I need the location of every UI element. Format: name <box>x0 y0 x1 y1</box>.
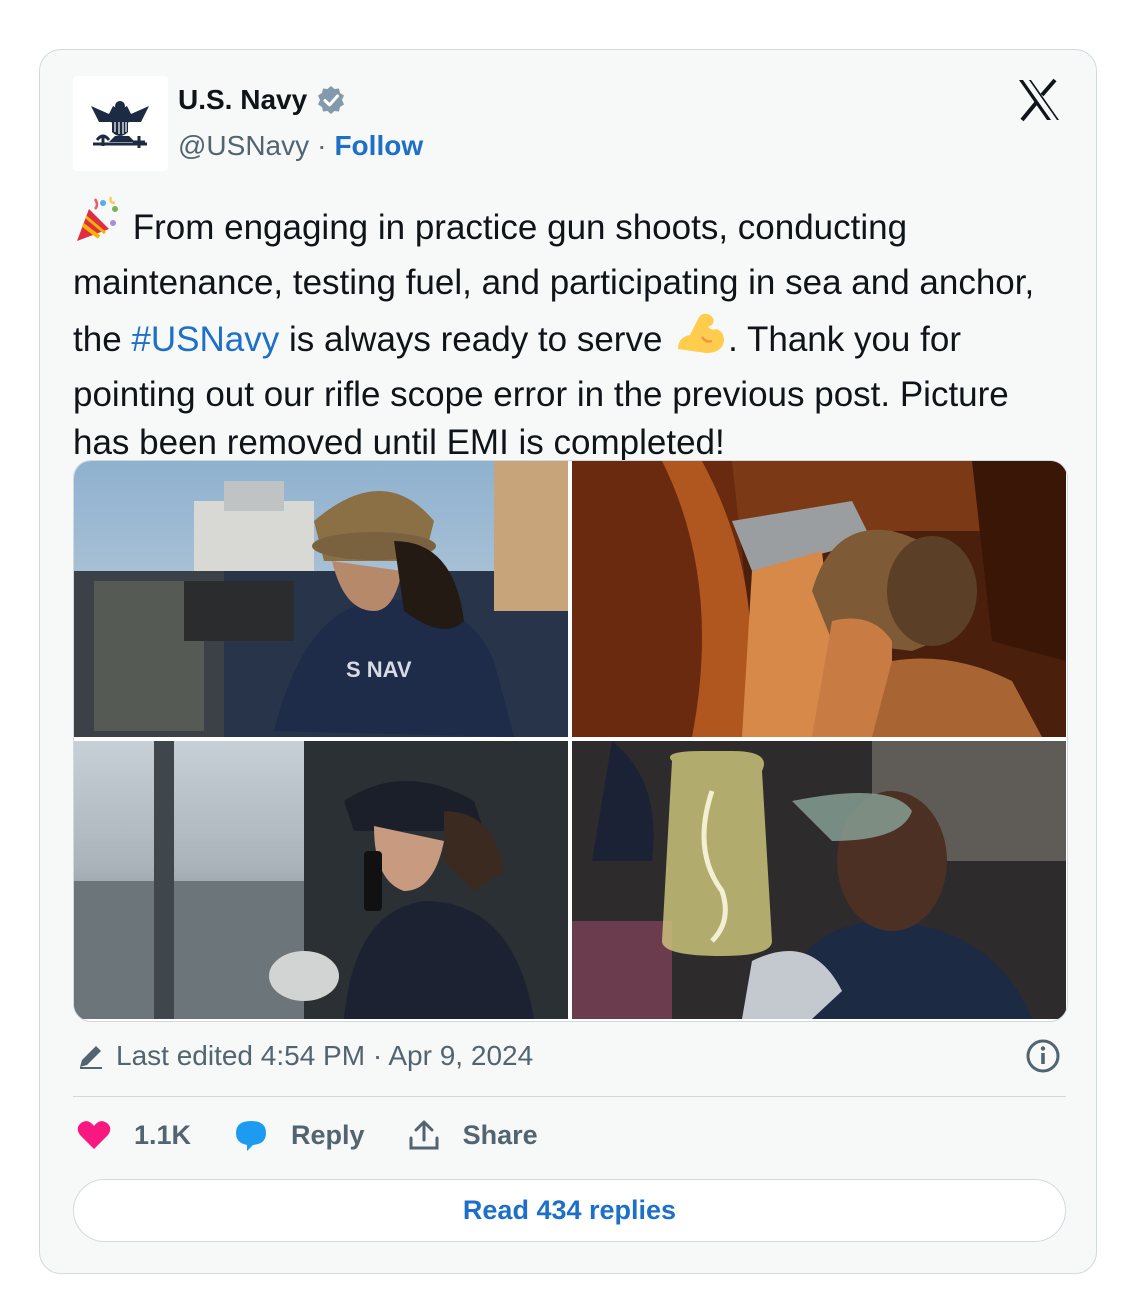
like-button[interactable]: 1.1K <box>76 1119 191 1151</box>
last-edited-timestamp[interactable]: Last edited 4:54 PM · Apr 9, 2024 <box>116 1040 533 1072</box>
pencil-icon <box>76 1041 106 1071</box>
share-upload-icon <box>409 1120 439 1150</box>
photo-gun-shoot[interactable]: S NAV <box>74 461 568 737</box>
speech-bubble-icon <box>236 1121 267 1151</box>
separator-dot: · <box>317 130 327 161</box>
party-popper-icon <box>73 195 123 259</box>
photo-fuel-testing[interactable] <box>572 741 1066 1019</box>
us-navy-avatar[interactable] <box>73 76 168 171</box>
photo-maintenance[interactable] <box>572 461 1066 737</box>
share-button[interactable]: Share <box>407 1118 538 1152</box>
x-logo-icon[interactable] <box>1015 76 1063 124</box>
photo-radio-operator[interactable] <box>74 741 568 1019</box>
info-icon[interactable] <box>1025 1038 1061 1074</box>
tweet-text: From engaging in practice gun shoots, co… <box>73 195 1073 468</box>
media-grid: S NAV <box>73 460 1068 1022</box>
divider <box>73 1096 1066 1097</box>
hashtag-link[interactable]: #USNavy <box>131 320 279 359</box>
verified-badge-icon <box>315 84 347 116</box>
reply-label: Reply <box>291 1119 365 1150</box>
tweet-text-part2: is always ready to serve <box>279 320 673 359</box>
share-label: Share <box>462 1119 538 1150</box>
like-count: 1.1K <box>134 1119 192 1150</box>
svg-text:S NAV: S NAV <box>346 657 412 682</box>
follow-button[interactable]: Follow <box>334 130 423 162</box>
read-replies-button[interactable]: Read 434 replies <box>73 1179 1066 1242</box>
embedded-tweet-card[interactable]: U.S. Navy @USNavy · Follow From engaging… <box>39 49 1097 1274</box>
author-handle[interactable]: @USNavy <box>178 130 309 162</box>
reply-button[interactable]: Reply <box>233 1118 365 1152</box>
flexed-biceps-icon <box>672 307 728 371</box>
author-name[interactable]: U.S. Navy <box>178 84 307 116</box>
heart-icon <box>77 1121 111 1149</box>
